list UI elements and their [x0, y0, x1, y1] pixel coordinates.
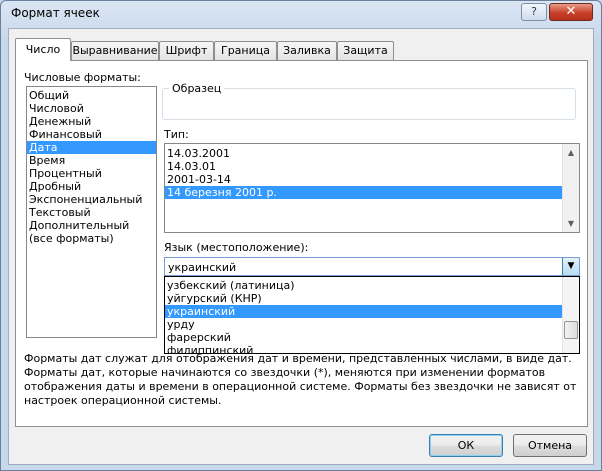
format-item[interactable]: Дополнительный: [27, 219, 156, 232]
close-button[interactable]: ✕: [549, 3, 593, 21]
scroll-thumb[interactable]: [564, 321, 578, 339]
format-item[interactable]: Экспоненциальный: [27, 193, 156, 206]
number-tab-panel: Числовые форматы: Общий Числовой Денежны…: [15, 60, 588, 427]
format-item-selected[interactable]: Дата: [27, 141, 156, 154]
format-item[interactable]: Дробный: [27, 180, 156, 193]
locale-scrollbar[interactable]: [562, 277, 579, 353]
tab-border[interactable]: Граница: [214, 41, 277, 60]
locale-option[interactable]: филиппинский: [165, 344, 562, 353]
type-item[interactable]: 14.03.01: [165, 160, 562, 173]
tab-protection[interactable]: Защита: [337, 41, 394, 60]
locale-dropdown[interactable]: узбекский (латиница) уйгурский (КНР) укр…: [164, 276, 580, 354]
scroll-down-icon[interactable]: ▼: [563, 215, 579, 232]
locale-option[interactable]: узбекский (латиница): [165, 279, 562, 292]
format-item[interactable]: (все форматы): [27, 232, 156, 245]
dialog-client-area: Число Выравнивание Шрифт Граница Заливка…: [8, 28, 594, 465]
format-item[interactable]: Финансовый: [27, 128, 156, 141]
type-item[interactable]: 2001-03-14: [165, 173, 562, 186]
help-button[interactable]: ?: [521, 3, 547, 21]
format-cells-dialog: Формат ячеек ? ✕ Число Выравнивание Шриф…: [0, 0, 602, 471]
tab-alignment[interactable]: Выравнивание: [71, 41, 159, 60]
tab-number[interactable]: Число: [15, 38, 71, 61]
type-scrollbar[interactable]: ▲ ▼: [562, 144, 579, 232]
ok-button[interactable]: ОК: [429, 434, 503, 457]
format-description: Форматы дат служат для отображения дат и…: [24, 352, 577, 407]
formats-listbox[interactable]: Общий Числовой Денежный Финансовый Дата …: [26, 86, 157, 338]
type-listbox[interactable]: 14.03.2001 14.03.01 2001-03-14 14 березн…: [164, 143, 580, 233]
tab-font[interactable]: Шрифт: [159, 41, 214, 60]
format-item[interactable]: Общий: [27, 89, 156, 102]
cancel-button[interactable]: Отмена: [513, 434, 587, 457]
format-item[interactable]: Текстовый: [27, 206, 156, 219]
locale-option[interactable]: урду: [165, 318, 562, 331]
scroll-up-icon[interactable]: ▲: [563, 144, 579, 161]
dialog-title: Формат ячеек: [11, 6, 100, 20]
locale-label: Язык (местоположение):: [164, 241, 309, 254]
format-item[interactable]: Денежный: [27, 115, 156, 128]
format-item[interactable]: Числовой: [27, 102, 156, 115]
format-item[interactable]: Время: [27, 154, 156, 167]
sample-label: Образец: [169, 82, 225, 95]
type-label: Тип:: [164, 128, 189, 141]
locale-option-selected[interactable]: украинский: [165, 305, 562, 318]
type-item[interactable]: 14.03.2001: [165, 147, 562, 160]
locale-option[interactable]: уйгурский (КНР): [165, 292, 562, 305]
locale-value: украинский: [168, 261, 237, 274]
type-item-selected[interactable]: 14 березня 2001 р.: [165, 186, 562, 199]
locale-combobox[interactable]: украинский ▼: [164, 257, 580, 276]
format-item[interactable]: Процентный: [27, 167, 156, 180]
locale-option[interactable]: фарерский: [165, 331, 562, 344]
formats-label: Числовые форматы:: [24, 71, 141, 84]
chevron-down-icon[interactable]: ▼: [562, 258, 579, 275]
tab-fill[interactable]: Заливка: [277, 41, 337, 60]
